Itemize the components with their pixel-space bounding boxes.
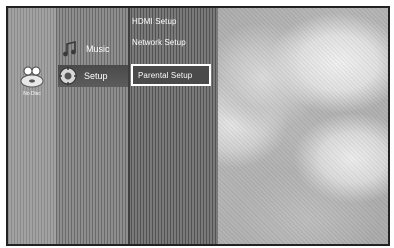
menu-item-label: Music xyxy=(86,44,110,54)
disc-icon xyxy=(18,64,46,90)
setup-gear-icon xyxy=(58,66,78,86)
disc-status: No Disc xyxy=(14,64,50,104)
menu-item-label: Setup xyxy=(84,71,108,81)
screen: No Disc Music Setup HDMI Setup Network S… xyxy=(0,0,394,248)
menu-item-music[interactable]: Music xyxy=(60,38,126,60)
status-strip: No Disc xyxy=(8,8,56,244)
tv-screen-frame: No Disc Music Setup HDMI Setup Network S… xyxy=(6,6,390,246)
music-icon xyxy=(60,39,80,59)
submenu-item-network-setup[interactable]: Network Setup xyxy=(132,38,186,47)
submenu-item-hdmi-setup[interactable]: HDMI Setup xyxy=(132,17,177,26)
submenu-item-parental-setup[interactable]: Parental Setup xyxy=(131,64,211,86)
submenu-item-label: Parental Setup xyxy=(138,70,193,80)
menu-item-setup[interactable]: Setup xyxy=(58,65,128,87)
disc-status-label: No Disc xyxy=(23,91,41,97)
submenu-divider xyxy=(128,8,130,244)
